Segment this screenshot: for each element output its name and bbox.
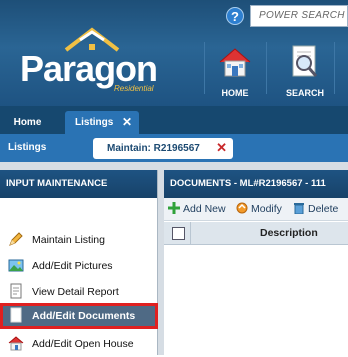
menu-item-view-detail-report[interactable]: View Detail Report	[0, 279, 158, 305]
sub-tab-close-icon[interactable]: ✕	[216, 137, 227, 158]
modify-label: Modify	[251, 203, 282, 215]
add-new-label: Add New	[183, 203, 226, 215]
menu-item-add-edit-documents[interactable]: Add/Edit Documents	[0, 303, 158, 329]
paragon-logo: Paragon Residential	[20, 27, 170, 98]
help-button[interactable]: ?	[226, 7, 244, 25]
modify-icon	[236, 202, 248, 214]
sub-tab-label: Maintain: R2196567	[107, 143, 200, 154]
input-maintenance-panel: INPUT MAINTENANCE Maintain Listing Add/E…	[0, 170, 158, 355]
power-search-input[interactable]: POWER SEARCH	[250, 5, 348, 27]
house-icon	[219, 48, 251, 77]
panel-title: INPUT MAINTENANCE	[0, 170, 157, 198]
open-house-icon	[8, 336, 24, 351]
tab-listings[interactable]: Listings ✕	[65, 111, 139, 134]
menu-item-label: View Detail Report	[32, 286, 119, 298]
app-header: ? POWER SEARCH Paragon Residential HOME	[0, 0, 348, 106]
panel-title: DOCUMENTS - ML#R2196567 - 111	[164, 170, 348, 198]
nav-home-button[interactable]: HOME	[207, 44, 263, 98]
delete-button[interactable]: Delete	[293, 202, 338, 216]
nav-divider	[334, 42, 335, 94]
pencil-icon	[9, 232, 23, 246]
modify-button[interactable]: Modify	[236, 202, 282, 216]
nav-home-label: HOME	[221, 88, 249, 98]
menu-item-label: Add/Edit Pictures	[32, 260, 113, 272]
logo-subtitle: Residential	[114, 84, 154, 93]
layout-gap	[0, 162, 348, 170]
menu-item-maintain-listing[interactable]: Maintain Listing	[0, 227, 158, 253]
documents-panel: DOCUMENTS - ML#R2196567 - 111 Add New Mo…	[164, 170, 348, 355]
menu-item-add-edit-open-house[interactable]: Add/Edit Open House	[0, 331, 158, 357]
column-description[interactable]: Description	[260, 222, 318, 244]
plus-icon	[168, 202, 180, 214]
document-icon	[10, 307, 22, 323]
tab-home[interactable]: Home	[0, 111, 55, 134]
subbar-label: Listings	[8, 142, 47, 153]
trash-icon	[294, 203, 304, 214]
menu-item-label: Add/Edit Open House	[32, 338, 134, 350]
tab-listings-close-icon[interactable]: ✕	[122, 111, 132, 134]
search-document-icon	[292, 45, 318, 77]
select-all-checkbox[interactable]	[172, 227, 185, 240]
delete-label: Delete	[308, 203, 339, 215]
documents-table-header: Description	[164, 222, 348, 245]
column-divider	[190, 222, 191, 244]
tab-listings-label: Listings	[75, 117, 114, 128]
nav-search-button[interactable]: SEARCH	[277, 44, 333, 98]
menu-item-label: Add/Edit Documents	[32, 310, 136, 322]
sub-tab-bar: Listings Maintain: R2196567 ✕	[0, 134, 348, 162]
nav-search-label: SEARCH	[285, 88, 324, 98]
picture-icon	[8, 259, 24, 272]
main-tab-bar: Home Listings ✕	[0, 106, 348, 134]
nav-divider	[266, 42, 267, 94]
menu-item-label: Maintain Listing	[32, 234, 105, 246]
report-icon	[10, 283, 22, 299]
nav-divider	[204, 42, 205, 94]
add-new-button[interactable]: Add New	[168, 202, 226, 216]
sub-tab-maintain[interactable]: Maintain: R2196567 ✕	[93, 138, 233, 159]
menu-item-add-edit-pictures[interactable]: Add/Edit Pictures	[0, 253, 158, 279]
documents-toolbar: Add New Modify Delete	[164, 198, 348, 221]
